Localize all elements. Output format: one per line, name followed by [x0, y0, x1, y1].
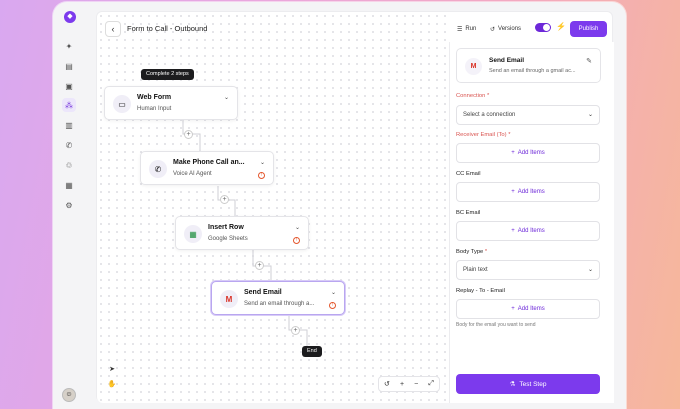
bc-add-items-button[interactable]: + Add Items — [456, 221, 600, 241]
node-title: Make Phone Call an... — [173, 159, 245, 166]
node-title: Send Email — [244, 289, 282, 296]
chevron-down-icon[interactable]: ⌄ — [260, 159, 265, 166]
history-icon: ↺ — [490, 26, 496, 33]
chevron-down-icon[interactable]: ⌄ — [295, 224, 300, 231]
plus-icon: + — [511, 306, 515, 312]
add-step-button[interactable]: + — [291, 326, 300, 335]
step-card-subtitle: Send an email through a gmail ac... — [489, 68, 576, 74]
zoom-out-icon[interactable]: − — [414, 381, 418, 388]
workflow-icon[interactable]: ⁂ — [62, 98, 76, 112]
step-card: M Send Email Send an email through a gma… — [456, 48, 601, 83]
history-icon[interactable]: ↺ — [384, 380, 390, 388]
inbox-icon[interactable]: ▣ — [62, 79, 76, 93]
avatar[interactable]: ☺ — [62, 388, 76, 402]
cc-add-items-button[interactable]: + Add Items — [456, 182, 600, 202]
receiver-email-label: Receiver Email (To) * — [456, 132, 511, 138]
connection-select[interactable]: Select a connection ⌄ — [456, 105, 600, 125]
phone-icon: ✆ — [149, 160, 167, 178]
replay-add-items-button[interactable]: + Add Items — [456, 299, 600, 319]
cc-email-label: CC Email — [456, 171, 481, 177]
add-items-label: Add Items — [517, 306, 545, 312]
phone-icon[interactable]: ✆ — [62, 138, 76, 152]
workflow-canvas[interactable]: Complete 2 steps ▭ Web Form Human Input … — [97, 12, 449, 403]
chevron-down-icon: ⌄ — [587, 112, 593, 118]
workflow-editor: Complete 2 steps ▭ Web Form Human Input … — [96, 11, 614, 403]
node-phone-call[interactable]: ✆ Make Phone Call an... Voice AI Agent ⌄… — [140, 151, 274, 185]
node-subtitle: Google Sheets — [208, 236, 248, 242]
node-subtitle: Voice AI Agent — [173, 171, 212, 177]
editor-header: ‹ Form to Call - Outbound ☰ Run ↺ Versio… — [97, 12, 614, 42]
add-step-button[interactable]: + — [184, 130, 193, 139]
progress-tag: Complete 2 steps — [141, 69, 194, 80]
add-step-button[interactable]: + — [255, 261, 264, 270]
fit-view-icon[interactable]: ⤢ — [428, 380, 434, 388]
form-icon: ▭ — [113, 95, 131, 113]
gmail-icon: M — [220, 290, 238, 308]
step-card-title: Send Email — [489, 57, 525, 64]
publish-button[interactable]: Publish — [570, 21, 607, 37]
node-insert-row[interactable]: ▦ Insert Row Google Sheets ⌄ ! — [175, 216, 309, 250]
chevron-down-icon[interactable]: ⌄ — [331, 289, 336, 296]
node-title: Web Form — [137, 94, 172, 101]
node-send-email[interactable]: M Send Email Send an email through a... … — [211, 281, 345, 315]
run-button[interactable]: ☰ Run — [452, 21, 481, 37]
building-icon[interactable]: ▦ — [62, 178, 76, 192]
zoom-controls: ↺ + − ⤢ — [378, 376, 440, 392]
left-rail: ◆ ✦ ▤ ▣ ⁂ ▥ ✆ ♲ ▦ ⚙ ☺ — [53, 2, 83, 409]
test-step-button[interactable]: ⚗ Test Step — [456, 374, 600, 394]
flask-icon: ⚗ — [509, 381, 516, 388]
gear-icon[interactable]: ⚙ — [62, 198, 76, 212]
connection-label: Connection * — [456, 93, 490, 99]
body-hint: Body for the email you want to send — [456, 322, 536, 328]
pointer-icon[interactable]: ➤ — [106, 363, 118, 375]
receiver-add-items-button[interactable]: + Add Items — [456, 143, 600, 163]
back-button[interactable]: ‹ — [105, 21, 121, 37]
edit-icon[interactable]: ✎ — [586, 57, 592, 65]
replay-to-email-label: Replay - To - Email — [456, 288, 505, 294]
bc-email-label: BC Email — [456, 210, 481, 216]
recycle-icon[interactable]: ♲ — [62, 158, 76, 172]
node-web-form[interactable]: ▭ Web Form Human Input ⌄ — [104, 86, 238, 120]
node-subtitle: Send an email through a... — [244, 301, 315, 307]
app-logo[interactable]: ◆ — [64, 11, 76, 23]
document-icon[interactable]: ▤ — [62, 59, 76, 73]
list-icon: ☰ — [457, 26, 463, 33]
add-items-label: Add Items — [517, 228, 545, 234]
sparkle-icon[interactable]: ✦ — [62, 39, 76, 53]
add-step-button[interactable]: + — [220, 195, 229, 204]
warning-icon: ! — [258, 172, 265, 179]
add-items-label: Add Items — [517, 189, 545, 195]
chevron-down-icon[interactable]: ⌄ — [224, 94, 229, 101]
hand-icon[interactable]: ✋ — [106, 378, 118, 390]
body-type-select[interactable]: Plain text ⌄ — [456, 260, 600, 280]
sheets-icon: ▦ — [184, 225, 202, 243]
bolt-icon[interactable]: ⚡ — [556, 22, 566, 31]
zoom-in-icon[interactable]: + — [400, 381, 404, 388]
connection-placeholder: Select a connection — [463, 112, 516, 118]
page-title: Form to Call - Outbound — [127, 24, 208, 33]
app-window: ◆ ✦ ▤ ▣ ⁂ ▥ ✆ ♲ ▦ ⚙ ☺ Complete 2 steps ▭ — [53, 2, 626, 409]
node-title: Insert Row — [208, 224, 244, 231]
versions-label: Versions — [498, 26, 522, 32]
body-type-value: Plain text — [463, 267, 488, 273]
test-step-label: Test Step — [519, 380, 547, 388]
run-label: Run — [465, 26, 477, 32]
end-node[interactable]: End — [302, 346, 322, 357]
plus-icon: + — [511, 150, 515, 156]
warning-icon: ! — [293, 237, 300, 244]
node-subtitle: Human Input — [137, 106, 172, 112]
step-config-panel: M Send Email Send an email through a gma… — [449, 42, 614, 403]
plus-icon: + — [511, 228, 515, 234]
warning-icon: ! — [329, 302, 336, 309]
versions-button[interactable]: ↺ Versions — [485, 21, 526, 37]
plus-icon: + — [511, 189, 515, 195]
gmail-icon: M — [465, 58, 482, 75]
active-toggle[interactable] — [535, 23, 551, 32]
book-icon[interactable]: ▥ — [62, 118, 76, 132]
add-items-label: Add Items — [517, 150, 545, 156]
chevron-down-icon: ⌄ — [587, 267, 593, 273]
body-type-label: Body Type * — [456, 249, 488, 255]
